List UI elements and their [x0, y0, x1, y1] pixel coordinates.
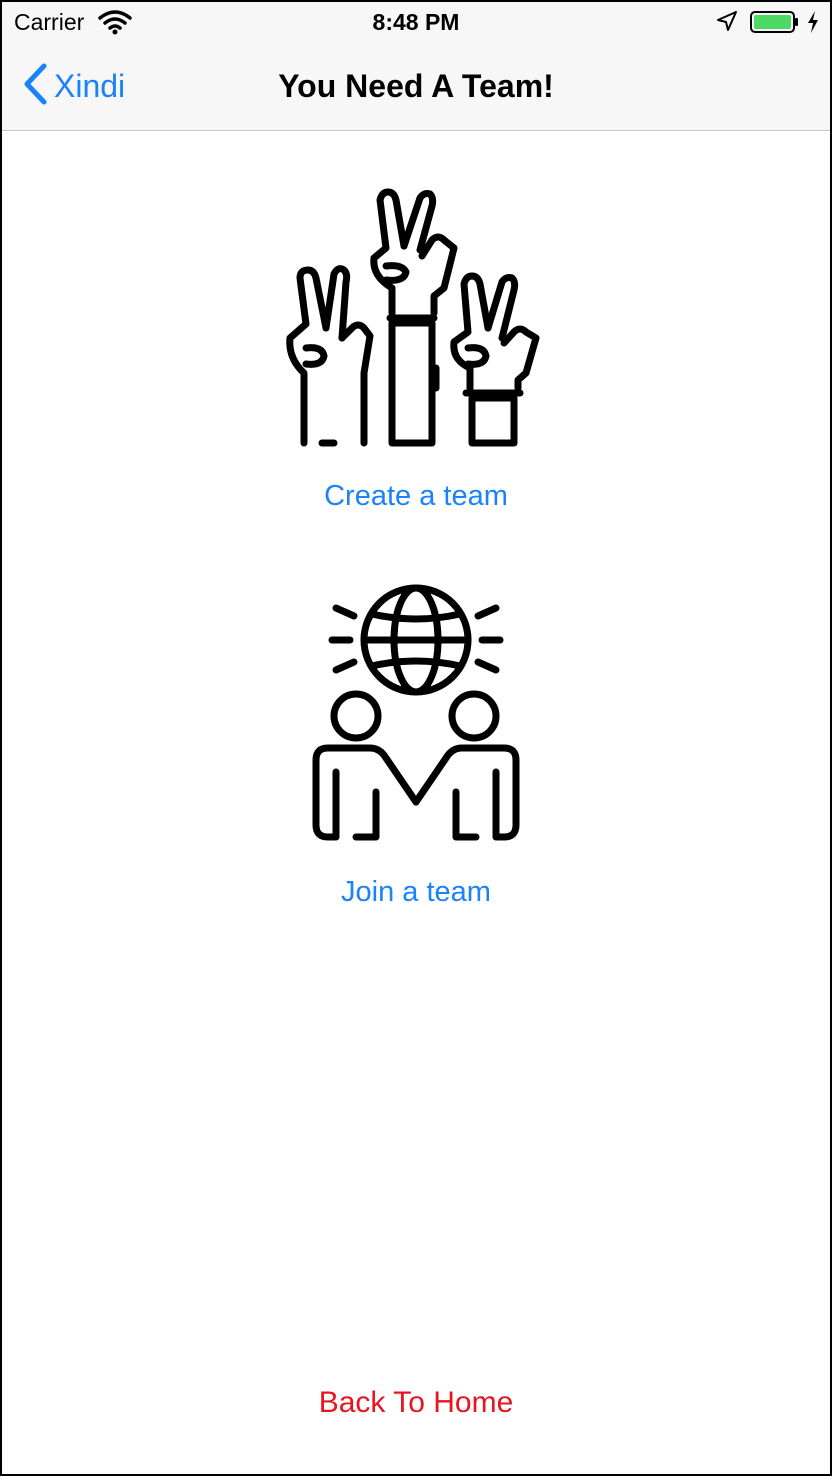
people-globe-icon[interactable]: [306, 582, 526, 849]
create-team-link[interactable]: Create a team: [0, 480, 832, 513]
page-title: You Need A Team!: [278, 68, 554, 104]
raised-hands-peace-icon[interactable]: [282, 188, 550, 455]
location-arrow-icon: [716, 10, 738, 37]
status-time: 8:48 PM: [372, 9, 460, 35]
join-team-option[interactable]: Join a team: [0, 580, 832, 920]
charging-bolt-icon: [806, 10, 820, 39]
battery-icon: [750, 10, 800, 39]
status-bar: Carrier 8:48 PM: [0, 0, 832, 44]
back-to-home-button[interactable]: Back To Home: [0, 1386, 832, 1420]
create-team-option[interactable]: Create a team: [0, 180, 832, 530]
navigation-bar: Xindi You Need A Team!: [0, 44, 832, 131]
join-team-link[interactable]: Join a team: [0, 876, 832, 909]
